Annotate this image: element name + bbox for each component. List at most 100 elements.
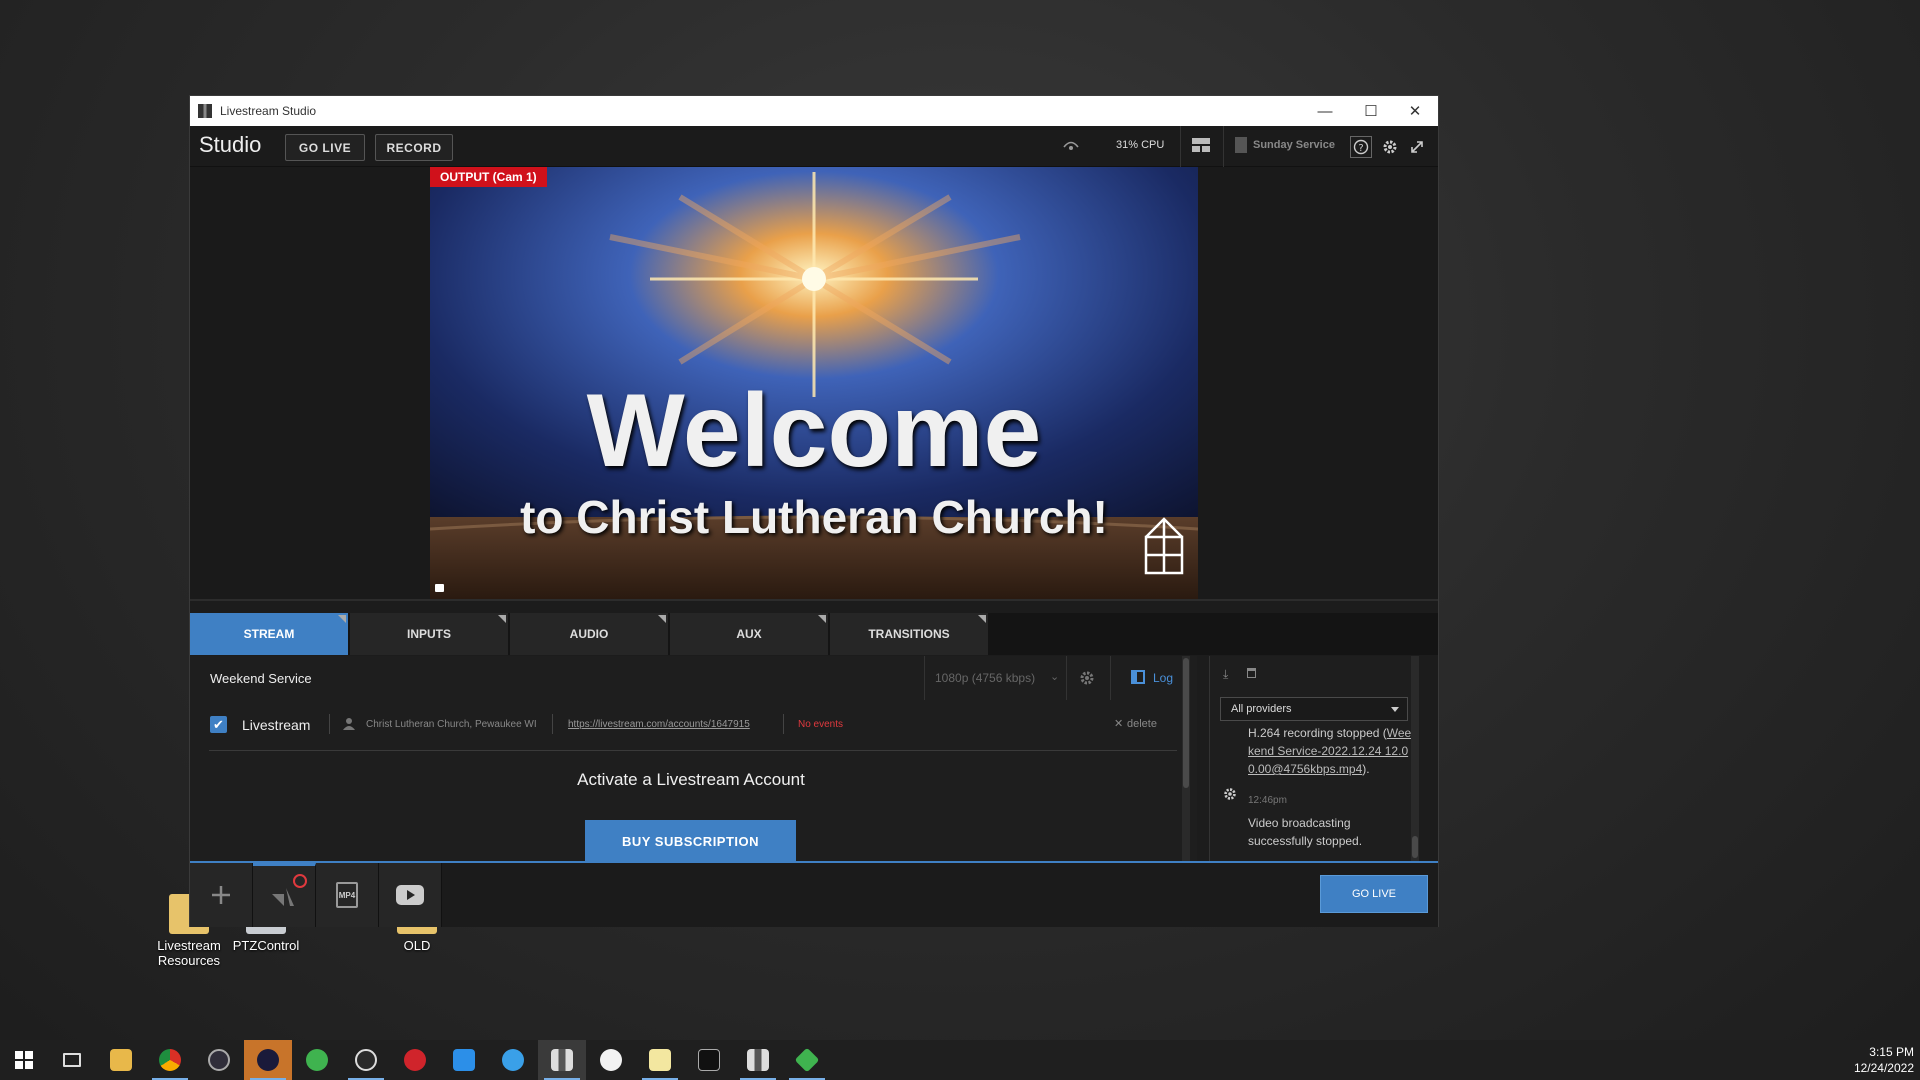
output-label: OUTPUT (Cam 1) — [430, 167, 547, 187]
account-name: Christ Lutheran Church, Pewaukee WI — [366, 719, 537, 730]
tab-aux[interactable]: AUX — [670, 613, 828, 655]
log-panel-icon[interactable] — [1131, 670, 1145, 684]
log-scrollbar[interactable] — [1411, 656, 1419, 861]
layout-icon[interactable] — [1191, 137, 1211, 155]
settings-gear-icon[interactable] — [1379, 136, 1401, 158]
livestream-app-icon[interactable] — [734, 1040, 782, 1080]
trash-icon[interactable] — [1247, 668, 1256, 678]
tab-label: TRANSITIONS — [868, 627, 950, 641]
terminal-icon[interactable] — [685, 1040, 733, 1080]
stream-settings-gear-icon[interactable] — [1078, 669, 1096, 692]
scrollbar-thumb[interactable] — [1183, 658, 1189, 788]
file-explorer-icon[interactable] — [97, 1040, 145, 1080]
app-name: Studio — [199, 132, 262, 157]
divider — [329, 714, 330, 734]
app-icon-red[interactable] — [391, 1040, 439, 1080]
mp4-recording-button[interactable]: MP4 — [316, 863, 379, 927]
clock-app-icon[interactable] — [587, 1040, 635, 1080]
plus-icon — [212, 886, 230, 904]
desktop-icon-label: OLD — [403, 938, 431, 953]
livestream-studio-taskbar-icon[interactable] — [538, 1040, 586, 1080]
help-icon[interactable]: ? — [1350, 136, 1372, 158]
go-live-button[interactable]: GO LIVE — [285, 134, 365, 161]
lock-icon[interactable] — [435, 584, 444, 592]
chevron-down-icon — [1391, 707, 1399, 712]
app-icon-blue-tool[interactable] — [489, 1040, 537, 1080]
tab-corner — [658, 615, 666, 623]
log-entry-text: H.264 recording stopped ( — [1248, 726, 1387, 740]
record-button[interactable]: RECORD — [375, 134, 453, 161]
event-name[interactable]: Weekend Service — [210, 671, 312, 686]
vscode-icon[interactable] — [440, 1040, 488, 1080]
task-view-icon[interactable] — [48, 1040, 96, 1080]
divider — [1223, 126, 1224, 167]
fullscreen-icon[interactable] — [1406, 136, 1428, 158]
tab-stream[interactable]: STREAM — [190, 613, 348, 655]
tab-corner — [818, 615, 826, 623]
preview-area: Welcome to Christ Lutheran Church! OUTPU… — [190, 167, 1438, 601]
tab-corner — [498, 615, 506, 623]
chart-app-icon[interactable] — [636, 1040, 684, 1080]
green-cube-app-icon[interactable] — [783, 1040, 831, 1080]
tab-transitions[interactable]: TRANSITIONS — [830, 613, 988, 655]
title-bar[interactable]: Livestream Studio — ☐ ✕ — [190, 96, 1438, 126]
start-button[interactable] — [0, 1040, 48, 1080]
provider-filter-select[interactable]: All providers — [1220, 697, 1408, 721]
panel-tabs: STREAM INPUTS AUDIO AUX TRANSITIONS — [190, 613, 1438, 655]
quality-select[interactable]: 1080p (4756 kbps) — [935, 671, 1035, 685]
delete-provider-link[interactable]: delete — [1127, 718, 1157, 730]
youtube-provider-button[interactable] — [379, 863, 442, 927]
scrollbar-thumb[interactable] — [1412, 836, 1418, 858]
window-title: Livestream Studio — [220, 104, 317, 118]
project-name[interactable]: Sunday Service — [1253, 139, 1335, 151]
chevron-down-icon[interactable]: ⌄ — [1050, 670, 1059, 683]
program-output-video[interactable]: Welcome to Christ Lutheran Church! — [430, 167, 1198, 599]
livestream-checkbox[interactable]: ✔ — [210, 716, 227, 733]
account-url-link[interactable]: https://livestream.com/accounts/1647915 — [568, 719, 750, 730]
tab-audio[interactable]: AUDIO — [510, 613, 668, 655]
provider-status: No events — [798, 719, 844, 730]
download-log-icon[interactable]: ⤓ — [1223, 667, 1228, 682]
minimize-button[interactable]: — — [1302, 96, 1348, 126]
app-icon-obs[interactable] — [195, 1040, 243, 1080]
tab-inputs[interactable]: INPUTS — [350, 613, 508, 655]
document-icon — [1235, 137, 1247, 153]
welcome-headline: Welcome — [586, 373, 1042, 489]
clock-date: 12/24/2022 — [1853, 1061, 1914, 1075]
provider-filter-value: All providers — [1231, 703, 1292, 715]
tab-corner — [978, 615, 986, 623]
close-button[interactable]: ✕ — [1392, 96, 1438, 126]
app-icon-upload[interactable] — [293, 1040, 341, 1080]
splitter[interactable] — [190, 599, 1438, 601]
maximize-button[interactable]: ☐ — [1348, 96, 1394, 126]
tab-label: AUDIO — [569, 627, 609, 641]
mp4-file-icon: MP4 — [336, 882, 358, 908]
windows-logo-icon — [15, 1051, 33, 1069]
divider — [1110, 656, 1111, 700]
buy-subscription-button[interactable]: BUY SUBSCRIPTION — [585, 820, 796, 861]
network-icon — [1062, 137, 1082, 155]
add-provider-button[interactable] — [190, 863, 253, 927]
go-live-main-button[interactable]: GO LIVE — [1320, 875, 1428, 913]
log-entry-text: Video broadcasting successfully stopped. — [1248, 816, 1363, 848]
livestream-studio-window: Livestream Studio — ☐ ✕ Studio GO LIVE R… — [189, 95, 1439, 927]
log-toggle[interactable]: Log — [1153, 671, 1173, 685]
divider — [1180, 126, 1181, 167]
disconnected-badge-icon — [293, 874, 307, 888]
livestream-provider-button[interactable] — [253, 863, 316, 927]
divider — [1066, 656, 1067, 700]
app-icon-dark-circle[interactable] — [244, 1040, 292, 1080]
divider — [783, 714, 784, 734]
system-clock[interactable]: 3:15 PM 12/24/2022 — [1830, 1044, 1914, 1076]
clock-time: 3:15 PM — [1869, 1045, 1914, 1059]
app-icon-network[interactable] — [342, 1040, 390, 1080]
chrome-icon[interactable] — [146, 1040, 194, 1080]
delete-x-icon[interactable]: ✕ — [1114, 717, 1123, 730]
log-entry: H.264 recording stopped (Weekend Service… — [1248, 724, 1412, 778]
activate-heading: Activate a Livestream Account — [577, 770, 805, 789]
tab-label: STREAM — [243, 627, 295, 641]
svg-text:?: ? — [1358, 143, 1363, 154]
stream-panel: Weekend Service 1080p (4756 kbps) ⌄ Log … — [190, 656, 1197, 861]
divider — [924, 656, 925, 700]
stream-scrollbar[interactable] — [1182, 656, 1190, 861]
